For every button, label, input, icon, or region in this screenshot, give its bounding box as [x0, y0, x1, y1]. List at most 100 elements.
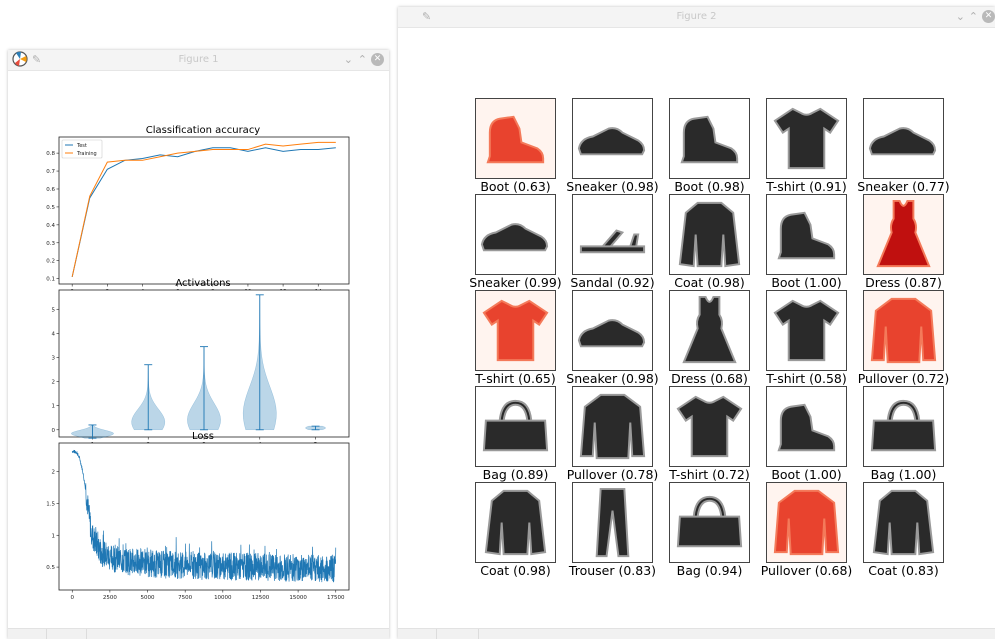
- x-tick-label: 15000: [289, 595, 307, 601]
- grid-image-sandal: [572, 194, 653, 275]
- pullover-icon: [767, 483, 846, 562]
- chart-title: Activations: [175, 278, 230, 289]
- grid-label: Sneaker (0.99): [469, 275, 562, 290]
- grid-label: Boot (1.00): [771, 467, 842, 482]
- grid-cell: Bag (0.94): [669, 482, 750, 578]
- grid-label: T-shirt (0.65): [475, 371, 556, 386]
- grid-cell: Pullover (0.72): [858, 290, 949, 386]
- tshirt-icon: [476, 291, 555, 370]
- x-tick-label: 2500: [103, 595, 117, 601]
- y-tick-label: 5: [52, 307, 56, 313]
- close-icon[interactable]: ✕: [982, 10, 995, 23]
- grid-cell: Bag (0.89): [475, 386, 556, 482]
- grid-label: Coat (0.83): [868, 563, 939, 578]
- sandal-icon: [573, 195, 652, 274]
- y-tick-label: 0.5: [46, 205, 55, 211]
- grid-image-sneaker: [863, 98, 944, 179]
- minimize-icon[interactable]: ⌄: [344, 50, 353, 70]
- pullover-icon: [573, 387, 652, 466]
- grid-image-bag: [475, 386, 556, 467]
- bag-icon: [476, 387, 555, 466]
- sneaker-icon: [476, 195, 555, 274]
- chart-title: Loss: [192, 431, 214, 442]
- grid-label: T-shirt (0.91): [766, 179, 847, 194]
- figure-1-window: ✎ Figure 1 ⌄ ⌃ ✕ Classification accuracy…: [8, 50, 389, 639]
- maximize-icon[interactable]: ⌃: [358, 50, 367, 70]
- grid-cell: Trouser (0.83): [569, 482, 656, 578]
- grid-label: Pullover (0.72): [857, 371, 950, 386]
- grid-cell: Coat (0.83): [863, 482, 944, 578]
- grid-image-trouser: [572, 482, 653, 563]
- y-tick-label: 0.4: [46, 223, 55, 229]
- figure-1-statusbar: [8, 628, 389, 639]
- grid-cell: T-shirt (0.91): [766, 98, 847, 194]
- grid-image-boot: [766, 194, 847, 275]
- minimize-icon[interactable]: ⌄: [956, 7, 965, 27]
- grid-image-pullover: [572, 386, 653, 467]
- grid-label: Sneaker (0.98): [566, 179, 659, 194]
- figure-1-canvas: Classification accuracy 024681012140.10.…: [8, 71, 389, 628]
- boot-icon: [767, 195, 846, 274]
- grid-image-tshirt: [669, 386, 750, 467]
- y-tick-label: 0: [52, 428, 56, 434]
- x-tick-label: 5000: [141, 595, 155, 601]
- boot-icon: [670, 99, 749, 178]
- coat-icon: [670, 195, 749, 274]
- grid-image-pullover: [863, 290, 944, 371]
- grid-label: Boot (0.98): [674, 179, 745, 194]
- y-tick-label: 1.5: [46, 501, 55, 507]
- grid-label: Pullover (0.78): [566, 467, 659, 482]
- grid-cell: T-shirt (0.72): [669, 386, 750, 482]
- grid-cell: Sneaker (0.77): [857, 98, 950, 194]
- sneaker-icon: [573, 99, 652, 178]
- grid-label: Trouser (0.83): [568, 563, 657, 578]
- y-tick-label: 4: [52, 331, 56, 337]
- x-tick-label: 17500: [327, 595, 345, 601]
- figure-1-titlebar[interactable]: ✎ Figure 1 ⌄ ⌃ ✕: [8, 50, 389, 71]
- sneaker-icon: [864, 99, 943, 178]
- grid-cell: Boot (0.63): [475, 98, 556, 194]
- y-tick-label: 1: [52, 404, 56, 410]
- figure-2-statusbar: [398, 628, 995, 639]
- grid-image-bag: [669, 482, 750, 563]
- grid-cell: Boot (1.00): [766, 194, 847, 290]
- y-tick-label: 2: [52, 470, 56, 476]
- bag-icon: [864, 387, 943, 466]
- grid-label: Pullover (0.68): [760, 563, 853, 578]
- dress-icon: [864, 195, 943, 274]
- maximize-icon[interactable]: ⌃: [969, 7, 978, 27]
- grid-image-bag: [863, 386, 944, 467]
- y-tick-label: 0.7: [46, 169, 55, 175]
- trouser-icon: [573, 483, 652, 562]
- coat-icon: [864, 483, 943, 562]
- grid-image-boot: [475, 98, 556, 179]
- x-tick-label: 0: [71, 595, 75, 601]
- grid-label: Bag (0.94): [676, 563, 743, 578]
- close-icon[interactable]: ✕: [371, 53, 384, 66]
- grid-label: Sneaker (0.77): [857, 179, 950, 194]
- grid-label: Bag (1.00): [870, 467, 937, 482]
- sneaker-icon: [573, 291, 652, 370]
- legend-label-test: Test: [76, 143, 87, 149]
- grid-cell: T-shirt (0.58): [766, 290, 847, 386]
- chart-legend: Test Training: [61, 139, 103, 159]
- tshirt-icon: [767, 291, 846, 370]
- y-tick-label: 2: [52, 380, 56, 386]
- boot-icon: [767, 387, 846, 466]
- grid-cell: Coat (0.98): [669, 194, 750, 290]
- figure-2-canvas: Boot (0.63) Sneaker (0.98) Boot (0.98) T-sh…: [398, 28, 995, 628]
- y-tick-label: 1: [52, 533, 56, 539]
- grid-cell: Pullover (0.78): [567, 386, 658, 482]
- y-tick-label: 3: [52, 355, 56, 361]
- y-tick-label: 0.1: [46, 277, 55, 283]
- y-tick-label: 0.8: [46, 151, 55, 157]
- pullover-icon: [864, 291, 943, 370]
- grid-cell: Pullover (0.68): [761, 482, 852, 578]
- figure-2-titlebar[interactable]: ✎ Figure 2 ⌄ ⌃ ✕: [398, 7, 995, 28]
- grid-cell: T-shirt (0.65): [475, 290, 556, 386]
- grid-cell: Coat (0.98): [475, 482, 556, 578]
- grid-cell: Boot (1.00): [766, 386, 847, 482]
- grid-image-coat: [863, 482, 944, 563]
- grid-image-coat: [475, 482, 556, 563]
- grid-cell: Bag (1.00): [863, 386, 944, 482]
